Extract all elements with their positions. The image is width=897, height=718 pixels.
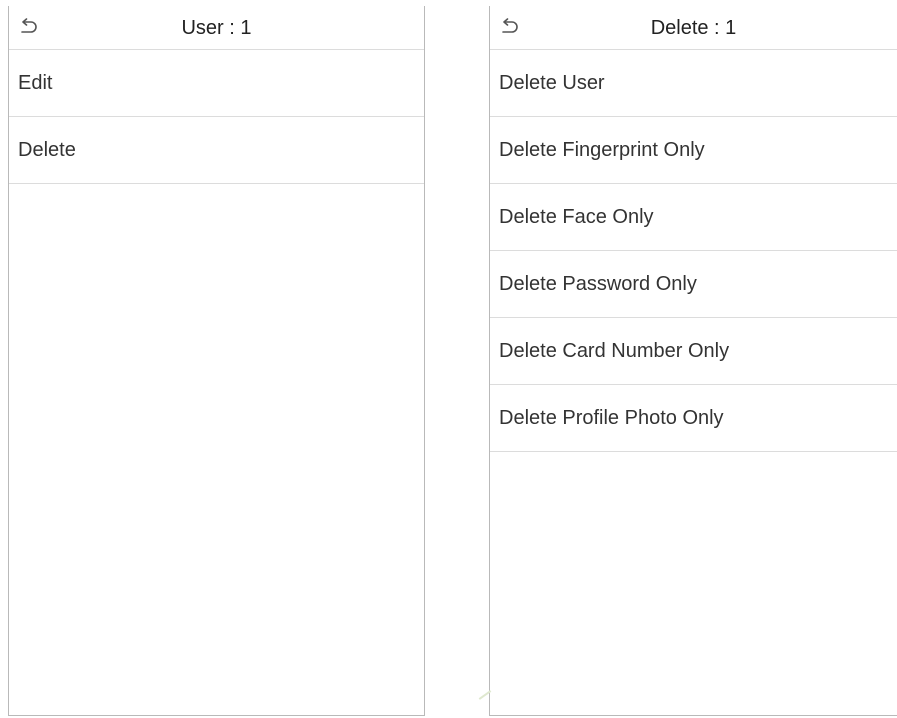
menu-item-delete-user[interactable]: Delete User bbox=[490, 50, 897, 117]
menu-item-delete-card-number-only[interactable]: Delete Card Number Only bbox=[490, 318, 897, 385]
menu-item-delete-password-only[interactable]: Delete Password Only bbox=[490, 251, 897, 318]
delete-menu-header: Delete : 1 bbox=[490, 6, 897, 50]
menu-item-delete-profile-photo-only[interactable]: Delete Profile Photo Only bbox=[490, 385, 897, 452]
user-menu-list: Edit Delete bbox=[9, 50, 424, 184]
page-title: Delete : 1 bbox=[650, 17, 737, 39]
menu-item-delete-face-only[interactable]: Delete Face Only bbox=[490, 184, 897, 251]
menu-item-edit[interactable]: Edit bbox=[9, 50, 424, 117]
user-menu-header: User : 1 bbox=[9, 6, 424, 50]
menu-item-delete[interactable]: Delete bbox=[9, 117, 424, 184]
user-menu-screen: User : 1 Edit Delete bbox=[8, 6, 425, 716]
menu-item-delete-fingerprint-only[interactable]: Delete Fingerprint Only bbox=[490, 117, 897, 184]
page-title: User : 1 bbox=[181, 17, 252, 39]
delete-menu-list: Delete User Delete Fingerprint Only Dele… bbox=[490, 50, 897, 452]
delete-menu-screen: Delete : 1 Delete User Delete Fingerprin… bbox=[489, 6, 897, 716]
